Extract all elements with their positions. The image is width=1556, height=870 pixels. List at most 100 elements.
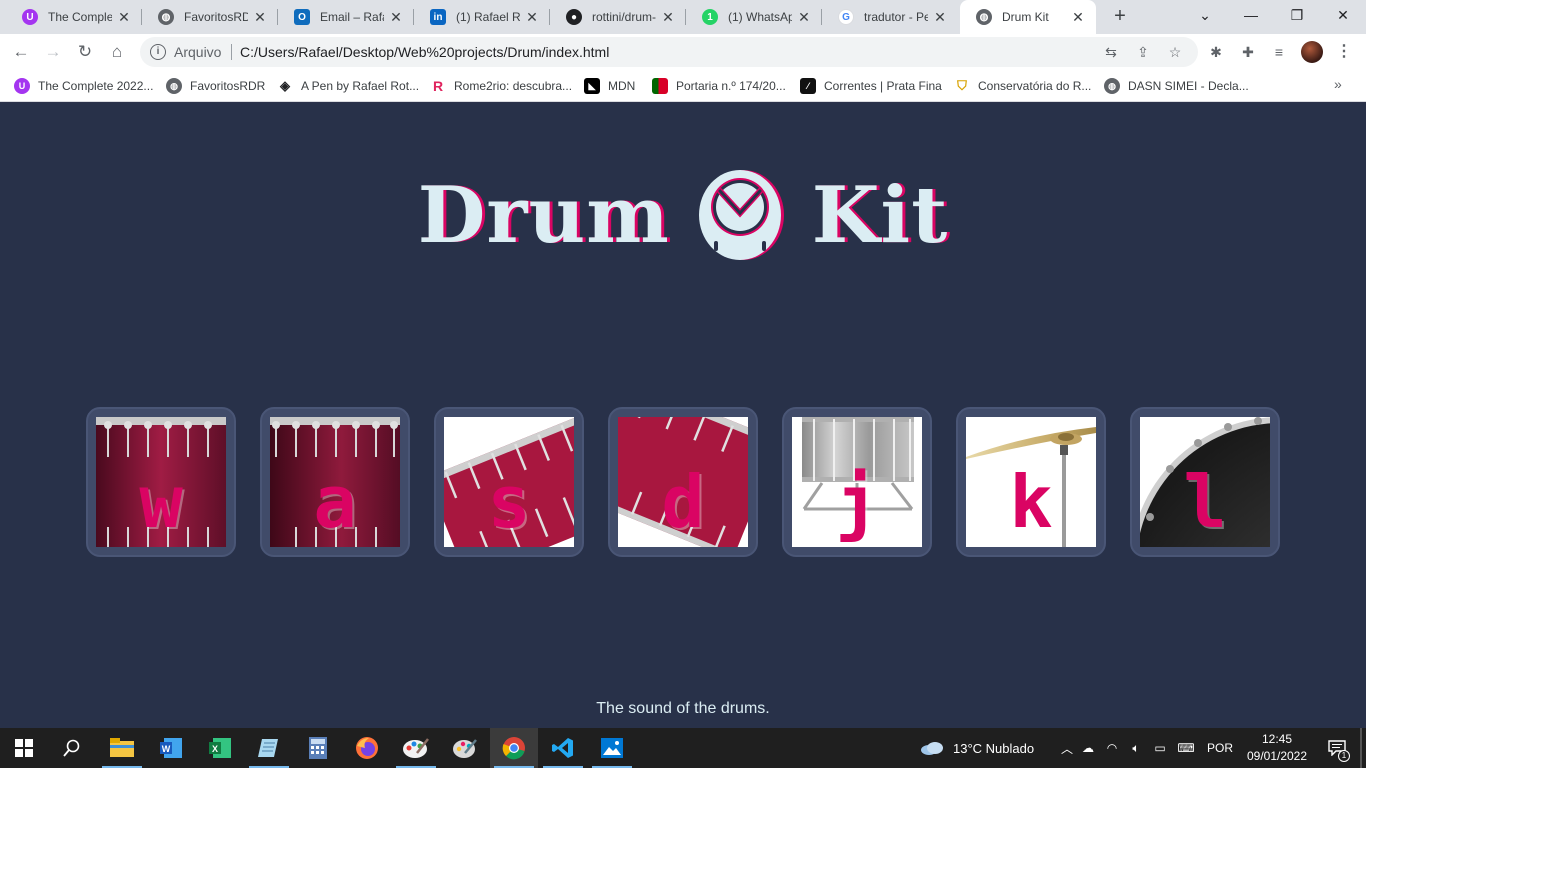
tab-search-chevron-icon[interactable]: ⌄ bbox=[1182, 0, 1228, 30]
word-button[interactable]: W bbox=[147, 728, 195, 768]
portugal-flag-icon bbox=[652, 78, 668, 94]
drum-button-j[interactable]: j bbox=[782, 407, 932, 557]
tab-linkedin[interactable]: in (1) Rafael Rot ✕ bbox=[414, 0, 550, 34]
extension-bug-icon[interactable]: ✱ bbox=[1205, 41, 1227, 63]
bookmark-portaria[interactable]: Portaria n.º 174/20... bbox=[652, 76, 786, 96]
system-clock[interactable]: 12:45 09/01/2022 bbox=[1240, 731, 1314, 765]
bookmark-codepen[interactable]: ◈ A Pen by Rafael Rot... bbox=[277, 76, 419, 96]
new-tab-button[interactable]: + bbox=[1108, 5, 1132, 29]
bookmark-prata-fina[interactable]: ⁄ Correntes | Prata Fina bbox=[800, 76, 942, 96]
kick-drum-image: l bbox=[1140, 417, 1270, 547]
page-title: Drum Kit bbox=[0, 165, 1366, 265]
tab-label: FavoritosRDR bbox=[184, 10, 248, 24]
more-menu-icon[interactable]: ⋮ bbox=[1334, 41, 1354, 63]
bookmark-rome2rio[interactable]: R Rome2rio: descubra... bbox=[430, 76, 572, 96]
media-queue-icon[interactable]: ≡ bbox=[1268, 41, 1290, 63]
drum-key-label: s bbox=[487, 460, 531, 544]
file-explorer-button[interactable] bbox=[98, 728, 146, 768]
snare-drum-image: j bbox=[792, 417, 922, 547]
notification-count-badge: 1 bbox=[1338, 750, 1350, 762]
paint3d-button[interactable] bbox=[441, 728, 489, 768]
address-bar[interactable]: i Arquivo C:/Users/Rafael/Desktop/Web%20… bbox=[140, 37, 1198, 67]
tab-drum-kit[interactable]: ◍ Drum Kit ✕ bbox=[960, 0, 1096, 34]
notepad-button[interactable] bbox=[245, 728, 293, 768]
bookmark-dasn-simei[interactable]: ◍ DASN SIMEI - Decla... bbox=[1104, 76, 1249, 96]
tab-tradutor[interactable]: G tradutor - Pes ✕ bbox=[822, 0, 958, 34]
translate-icon[interactable]: ⇆ bbox=[1100, 41, 1122, 63]
bookmark-mdn[interactable]: ◣ MDN bbox=[584, 76, 635, 96]
calculator-button[interactable] bbox=[294, 728, 342, 768]
show-desktop-strip[interactable] bbox=[1360, 728, 1362, 768]
drum-button-l[interactable]: l bbox=[1130, 407, 1280, 557]
floor-tom-image: d bbox=[618, 417, 748, 547]
github-icon: ● bbox=[566, 9, 582, 25]
close-icon[interactable]: ✕ bbox=[252, 9, 268, 26]
search-icon bbox=[63, 739, 80, 757]
tab-label: (1) WhatsApp bbox=[728, 10, 792, 24]
bookmark-star-icon[interactable]: ☆ bbox=[1164, 41, 1186, 63]
keyboard-icon[interactable]: ⌨ bbox=[1172, 741, 1200, 755]
bookmarks-overflow-chevron-icon[interactable]: » bbox=[1334, 76, 1342, 92]
restore-icon[interactable]: ❐ bbox=[1274, 0, 1320, 30]
bookmark-label: Correntes | Prata Fina bbox=[824, 79, 942, 93]
excel-button[interactable]: X bbox=[196, 728, 244, 768]
close-icon[interactable]: ✕ bbox=[796, 9, 812, 26]
notepad-icon bbox=[258, 739, 278, 757]
onedrive-cloud-icon[interactable]: ☁ bbox=[1076, 741, 1100, 755]
drum-logo-icon bbox=[698, 170, 784, 260]
bookmark-conservatoria[interactable]: ⛉ Conservatória do R... bbox=[954, 76, 1091, 96]
omnibox-url[interactable]: C:/Users/Rafael/Desktop/Web%20projects/D… bbox=[240, 44, 609, 60]
reload-icon[interactable]: ↻ bbox=[72, 39, 98, 65]
photos-button[interactable] bbox=[588, 728, 636, 768]
wifi-icon[interactable]: ◠ bbox=[1100, 741, 1124, 755]
battery-icon[interactable]: ▭ bbox=[1148, 741, 1172, 755]
search-button[interactable] bbox=[48, 728, 96, 768]
window-close-icon[interactable]: ✕ bbox=[1320, 0, 1366, 30]
codepen-icon: ◈ bbox=[277, 78, 293, 94]
close-icon[interactable]: ✕ bbox=[524, 9, 540, 26]
close-icon[interactable]: ✕ bbox=[116, 9, 132, 26]
minimize-icon[interactable]: — bbox=[1228, 0, 1274, 30]
drum-button-w[interactable]: w bbox=[86, 407, 236, 557]
volume-icon[interactable]: 🔈︎ bbox=[1124, 741, 1148, 756]
close-icon[interactable]: ✕ bbox=[1070, 9, 1086, 26]
vscode-icon bbox=[552, 738, 573, 758]
bookmark-udemy[interactable]: U The Complete 2022... bbox=[14, 76, 153, 96]
home-icon[interactable]: ⌂ bbox=[104, 39, 130, 65]
share-icon[interactable]: ⇪ bbox=[1132, 41, 1154, 63]
tab-github[interactable]: ● rottini/drum- ✕ bbox=[550, 0, 686, 34]
info-icon[interactable]: i bbox=[150, 44, 166, 60]
back-arrow-icon[interactable]: ← bbox=[8, 39, 34, 65]
tab-email[interactable]: O Email – Rafael ✕ bbox=[278, 0, 414, 34]
weather-widget[interactable]: 13°C Nublado bbox=[920, 728, 1034, 768]
start-button[interactable] bbox=[0, 728, 48, 768]
tom-drum-image: w bbox=[96, 417, 226, 547]
forward-arrow-icon[interactable]: → bbox=[40, 39, 66, 65]
firefox-button[interactable] bbox=[343, 728, 391, 768]
chrome-button[interactable] bbox=[490, 728, 538, 768]
bookmark-favoritos[interactable]: ◍ FavoritosRDR bbox=[166, 76, 265, 96]
bookmark-label: A Pen by Rafael Rot... bbox=[301, 79, 420, 93]
drum-button-s[interactable]: s bbox=[434, 407, 584, 557]
vscode-button[interactable] bbox=[539, 728, 587, 768]
close-icon[interactable]: ✕ bbox=[932, 9, 948, 26]
action-center-button[interactable]: 1 bbox=[1322, 728, 1352, 768]
weather-text: 13°C Nublado bbox=[953, 740, 1035, 756]
screen: U The Complete ✕ ◍ FavoritosRDR ✕ O Emai… bbox=[0, 0, 1366, 768]
paint-button[interactable] bbox=[392, 728, 440, 768]
close-icon[interactable]: ✕ bbox=[388, 9, 404, 26]
drum-button-a[interactable]: a bbox=[260, 407, 410, 557]
show-hidden-icons-chevron-icon[interactable]: ︿ bbox=[1058, 740, 1076, 757]
close-icon[interactable]: ✕ bbox=[660, 9, 676, 26]
input-language[interactable]: POR bbox=[1200, 741, 1240, 755]
extensions-puzzle-icon[interactable]: ✚ bbox=[1237, 41, 1259, 63]
tab-label: Email – Rafael bbox=[320, 10, 384, 24]
tab-favoritos[interactable]: ◍ FavoritosRDR ✕ bbox=[142, 0, 278, 34]
tab-udemy[interactable]: U The Complete ✕ bbox=[6, 0, 142, 34]
omnibox-scheme-label: Arquivo bbox=[174, 44, 222, 60]
linkedin-icon: in bbox=[430, 9, 446, 25]
drum-button-d[interactable]: d bbox=[608, 407, 758, 557]
profile-avatar[interactable] bbox=[1301, 41, 1323, 63]
tab-whatsapp[interactable]: 1 (1) WhatsApp ✕ bbox=[686, 0, 822, 34]
drum-button-k[interactable]: k bbox=[956, 407, 1106, 557]
